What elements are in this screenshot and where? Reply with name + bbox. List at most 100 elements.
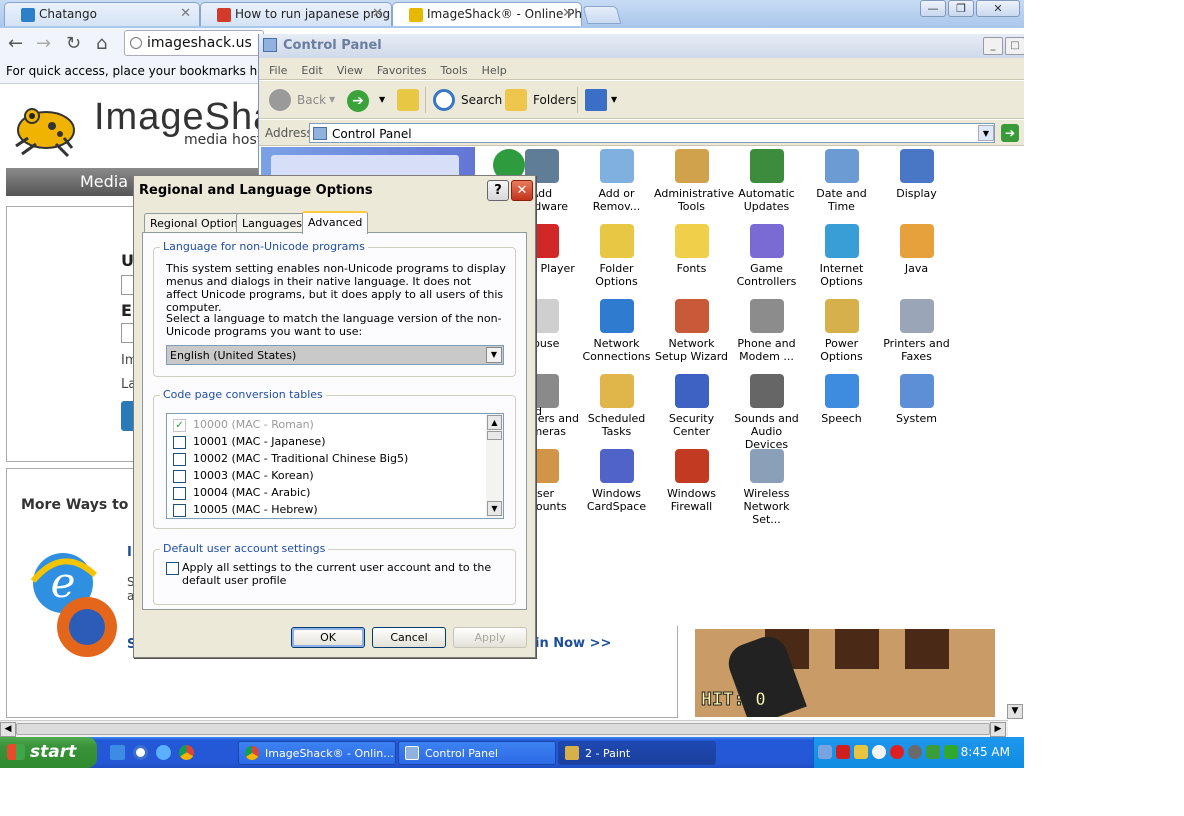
go-icon[interactable]: ➔ [1001, 124, 1019, 142]
chevron-down-icon[interactable]: ▼ [978, 125, 994, 141]
back-arrow-icon[interactable]: ← [8, 33, 23, 54]
forward-arrow-icon[interactable]: → [36, 33, 51, 54]
cp-item[interactable]: Display [879, 149, 954, 200]
back-dropdown-icon[interactable]: ▼ [329, 95, 335, 104]
cp-item[interactable]: Printers and Faxes [879, 299, 954, 363]
apply-button[interactable]: Apply [453, 627, 527, 648]
network-tray-icon[interactable] [818, 745, 832, 759]
cp-item[interactable]: Automatic Updates [729, 149, 804, 213]
scroll-left-icon[interactable]: ◀ [0, 722, 16, 737]
restore-icon[interactable]: ❐ [948, 0, 974, 17]
show-desktop-icon[interactable] [110, 745, 125, 760]
media-player-icon[interactable] [133, 745, 148, 760]
messenger-tray-icon[interactable] [872, 745, 886, 759]
tab-regional-options[interactable]: Regional Options [144, 213, 250, 233]
ok-button[interactable]: OK [291, 627, 365, 648]
ati-tray-icon[interactable] [836, 745, 850, 759]
tab-languages[interactable]: Languages [236, 213, 309, 233]
codepage-checkbox[interactable]: ✓ [173, 419, 186, 432]
home-icon[interactable]: ⌂ [96, 33, 107, 54]
cp-item[interactable]: Sounds and Audio Devices [729, 374, 804, 451]
cp-item[interactable]: Game Controllers [729, 224, 804, 288]
cp-item[interactable]: Wireless Network Set... [729, 449, 804, 526]
menu-favorites[interactable]: Favorites [377, 64, 427, 79]
cp-item[interactable]: Windows CardSpace [579, 449, 654, 513]
task-imageshack[interactable]: ImageShack® - Onlin... [238, 741, 396, 765]
up-folder-button[interactable] [397, 88, 419, 112]
address-input[interactable]: Control Panel ▼ [309, 123, 995, 143]
cp-item[interactable]: Windows Firewall [654, 449, 729, 513]
tab-chatango[interactable]: Chatango ✕ [4, 2, 200, 26]
cp-item[interactable]: Administrative Tools [654, 149, 734, 213]
views-dropdown-icon[interactable]: ▼ [611, 95, 617, 104]
minimize-icon[interactable]: — [920, 0, 946, 17]
cancel-button[interactable]: Cancel [372, 627, 446, 648]
chrome-icon[interactable] [179, 745, 194, 760]
folders-button[interactable]: Folders [505, 88, 576, 112]
usb-tray-icon[interactable] [926, 745, 940, 759]
back-button[interactable]: Back [269, 88, 326, 112]
menu-edit[interactable]: Edit [301, 64, 322, 79]
apply-all-checkbox[interactable] [166, 562, 179, 575]
codepage-checkbox[interactable] [173, 487, 186, 500]
help-icon[interactable]: ? [487, 180, 509, 201]
reload-icon[interactable]: ↻ [66, 33, 81, 54]
search-button[interactable]: Search [433, 88, 502, 112]
codepage-row[interactable]: 10003 (MAC - Korean) [173, 468, 314, 485]
scroll-down-icon[interactable]: ▼ [1007, 704, 1023, 719]
tab-advanced[interactable]: Advanced [302, 211, 369, 234]
cp-item[interactable]: Internet Options [804, 224, 879, 288]
scroll-up-icon[interactable]: ▲ [487, 415, 502, 430]
cp-item[interactable]: Power Options [804, 299, 879, 363]
cp-item[interactable]: Network Setup Wizard [654, 299, 729, 363]
sign-in-link[interactable]: in Now >> [535, 636, 611, 651]
forward-dropdown-icon[interactable]: ▼ [379, 95, 385, 104]
security-tray-icon[interactable] [890, 745, 904, 759]
close-icon[interactable]: ✕ [976, 0, 1020, 17]
close-icon[interactable]: ✕ [372, 6, 383, 21]
audio-tray-icon[interactable] [908, 745, 922, 759]
codepage-scrollbar[interactable]: ▲ ▼ [486, 414, 503, 518]
new-tab-button[interactable] [582, 6, 622, 24]
address-bar[interactable]: imageshack.us [124, 30, 264, 56]
codepage-checkbox[interactable] [173, 504, 186, 517]
cp-item[interactable]: Date and Time [804, 149, 879, 213]
scroll-thumb[interactable] [487, 431, 502, 440]
codepage-row[interactable]: 10005 (MAC - Hebrew) [173, 502, 318, 518]
start-button[interactable]: start [0, 737, 97, 768]
forward-button[interactable]: ➔ [347, 88, 369, 112]
codepage-checkbox[interactable] [173, 453, 186, 466]
tab-japanese-program[interactable]: How to run japanese program ✕ [200, 2, 392, 26]
cp-item[interactable]: Java [879, 224, 954, 275]
internet-explorer-icon[interactable] [156, 745, 171, 760]
scroll-down-icon[interactable]: ▼ [487, 501, 502, 516]
cp-item[interactable]: Network Connections [579, 299, 654, 363]
menu-file[interactable]: File [269, 64, 287, 79]
close-icon[interactable]: ✕ [180, 6, 191, 21]
cp-item[interactable]: Security Center [654, 374, 729, 438]
maximize-icon[interactable]: □ [1005, 37, 1024, 55]
cp-item[interactable]: Fonts [654, 224, 729, 275]
codepage-checkbox[interactable] [173, 470, 186, 483]
cp-item[interactable]: Phone and Modem ... [729, 299, 804, 363]
minimize-icon[interactable]: _ [983, 37, 1003, 55]
scroll-thumb[interactable] [16, 723, 990, 735]
codepage-checkbox[interactable] [173, 436, 186, 449]
task-control-panel[interactable]: Control Panel [398, 741, 556, 765]
cp-item[interactable]: Folder Options [579, 224, 654, 288]
update-tray-icon[interactable] [944, 745, 958, 759]
tab-imageshack[interactable]: ImageShack® - Online Photo ✕ [392, 2, 582, 26]
scroll-right-icon[interactable]: ▶ [990, 722, 1006, 737]
cp-item[interactable]: Add or Remov... [579, 149, 654, 213]
codepage-row[interactable]: 10002 (MAC - Traditional Chinese Big5) [173, 451, 408, 468]
menu-help[interactable]: Help [482, 64, 507, 79]
menu-view[interactable]: View [337, 64, 363, 79]
menu-tools[interactable]: Tools [441, 64, 468, 79]
cp-item[interactable]: Scheduled Tasks [579, 374, 654, 438]
codepage-row[interactable]: 10004 (MAC - Arabic) [173, 485, 310, 502]
codepage-row[interactable]: 10001 (MAC - Japanese) [173, 434, 325, 451]
codepage-row[interactable]: ✓ 10000 (MAC - Roman) [173, 417, 314, 434]
close-icon[interactable]: ✕ [511, 180, 533, 201]
mail-tray-icon[interactable] [854, 745, 868, 759]
task-paint[interactable]: 2 - Paint [558, 741, 716, 765]
